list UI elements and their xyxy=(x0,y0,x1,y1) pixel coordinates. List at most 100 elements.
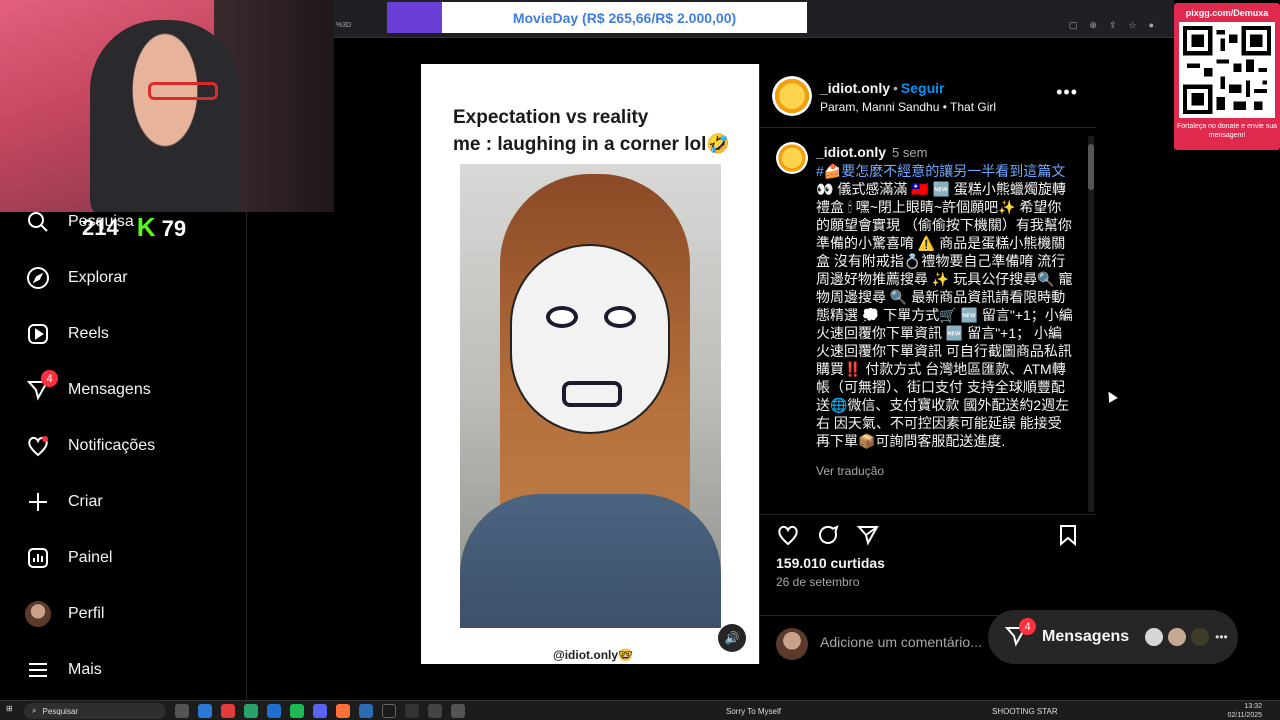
compass-icon xyxy=(24,264,52,292)
likes-count[interactable]: 159.010 curtidas xyxy=(776,555,885,571)
comment-avatar[interactable] xyxy=(776,142,808,174)
post-video[interactable] xyxy=(460,164,721,628)
drawn-mouth xyxy=(562,381,622,407)
discord-icon[interactable] xyxy=(313,704,327,718)
messenger-icon: 4 xyxy=(24,370,58,404)
profile-icon[interactable]: ● xyxy=(1149,20,1154,31)
donation-progress-fill xyxy=(387,2,442,33)
drawn-face xyxy=(510,244,670,434)
edge-icon[interactable] xyxy=(198,704,212,718)
spotify-icon[interactable] xyxy=(290,704,304,718)
sidebar-item-label: Mensagens xyxy=(68,381,151,398)
caption-comment: _idiot.only 5 sem #🍰要怎麼不經意的讓另一半看到這篇文 👀 儀式感… xyxy=(760,128,1090,504)
current-user-avatar xyxy=(776,628,808,660)
recent-contacts xyxy=(1143,626,1212,648)
taskbar-search[interactable]: ⌕ Pesquisar xyxy=(24,703,166,719)
app-icon[interactable] xyxy=(359,704,373,718)
media-caption: Expectation vs reality me : laughing in … xyxy=(453,104,743,158)
windows-start-icon[interactable]: ⊞ xyxy=(6,704,13,713)
comment-body: #🍰要怎麼不經意的讓另一半看到這篇文 👀 儀式感滿滿 🇹🇼 🆕 蛋糕小熊蠟燭旋轉禮… xyxy=(816,162,1074,450)
search-icon xyxy=(24,208,52,236)
sidebar-item-label: Painel xyxy=(68,549,113,566)
separator-dot: • xyxy=(893,80,898,96)
comments-scrollbar[interactable] xyxy=(1088,136,1094,512)
sidebar-item-messages[interactable]: 4 Mensagens xyxy=(24,370,151,410)
video-watermark: @idiot.only🤓 xyxy=(553,648,633,662)
screen: %3D ▢ ⊕ ⇪ ☆ ● MovieDay (R$ 265,66/R$ 2.0… xyxy=(0,0,1280,720)
sidebar-item-label: Mais xyxy=(68,661,102,678)
sidebar-item-more[interactable]: Mais xyxy=(24,650,102,690)
like-heart-icon[interactable] xyxy=(776,523,804,551)
share-paperplane-icon[interactable] xyxy=(856,523,884,551)
comment-bubble-icon[interactable] xyxy=(816,523,844,551)
messenger-icon: 4 xyxy=(1004,618,1036,650)
app-icon[interactable] xyxy=(451,704,465,718)
streamer-figure xyxy=(90,20,240,212)
firefox-icon[interactable] xyxy=(336,704,350,718)
sidebar-item-label: Notificações xyxy=(68,437,156,454)
obs-icon[interactable] xyxy=(382,704,396,718)
clock-time: 13:32 xyxy=(1244,703,1262,710)
comment-text: 👀 儀式感滿滿 🇹🇼 🆕 蛋糕小熊蠟燭旋轉禮盒 🕯 嘿~閉上眼睛~許個願吧✨ 希… xyxy=(816,181,1073,449)
kick-viewer-count: 79 xyxy=(161,216,187,241)
sidebar-item-reels[interactable]: Reels xyxy=(24,314,109,354)
reels-icon xyxy=(24,320,52,348)
see-translation-link[interactable]: Ver tradução xyxy=(816,464,1076,484)
app-icon[interactable] xyxy=(221,704,235,718)
taskbar-apps xyxy=(175,704,465,718)
system-clock[interactable]: 13:32 02/11/2025 xyxy=(1227,702,1262,720)
url-fragment[interactable]: %3D xyxy=(336,22,351,29)
twitch-viewer-count: 214 xyxy=(82,214,119,240)
instagram-sidebar: Pesquisa Explorar Reels 4 Mensagens Noti… xyxy=(0,190,247,700)
share-icon[interactable]: ⇪ xyxy=(1109,20,1117,31)
scrollbar-thumb[interactable] xyxy=(1088,144,1094,190)
comment-username[interactable]: _idiot.only xyxy=(816,144,886,160)
chart-icon xyxy=(24,544,52,572)
messages-badge: 4 xyxy=(1019,618,1036,635)
messages-floating-button[interactable]: 4 Mensagens ••• xyxy=(988,610,1238,664)
more-options-icon[interactable]: ••• xyxy=(1056,82,1078,103)
steam-icon[interactable] xyxy=(405,704,419,718)
sidebar-item-label: Criar xyxy=(68,493,103,510)
shirt-shape xyxy=(460,494,721,628)
avatar xyxy=(24,600,52,628)
drawn-eye xyxy=(604,306,636,328)
store-icon[interactable] xyxy=(267,704,281,718)
media-caption-line: Expectation vs reality xyxy=(453,107,649,128)
sidebar-item-notifications[interactable]: Notificações xyxy=(24,426,155,466)
task-view-icon[interactable] xyxy=(175,704,189,718)
plus-icon xyxy=(24,488,52,516)
app-icon[interactable] xyxy=(428,704,442,718)
post-media: Expectation vs reality me : laughing in … xyxy=(421,64,759,664)
qr-code xyxy=(1179,22,1275,118)
chrome-icon[interactable] xyxy=(244,704,258,718)
mouse-cursor xyxy=(1104,389,1118,403)
zoom-icon[interactable]: ⊕ xyxy=(1089,20,1097,31)
media-caption-line: me : laughing in a corner lol🤣 xyxy=(453,134,731,155)
star-icon[interactable]: ☆ xyxy=(1128,20,1136,31)
now-playing-track[interactable]: Sorry To Myself xyxy=(726,707,781,716)
post-header: _idiot.only • Seguir Param, Manni Sandhu •… xyxy=(760,64,1096,128)
hashtag-link[interactable]: #🍰要怎麼不經意的讓另一半看到這篇文 xyxy=(816,163,1065,179)
audio-track[interactable]: Param, Manni Sandhu • That Girl xyxy=(820,100,996,114)
browser-toolbar-icons: ▢ ⊕ ⇪ ☆ ● xyxy=(1069,20,1154,31)
sidebar-item-create[interactable]: Criar xyxy=(24,482,103,522)
extension-icon[interactable]: ▢ xyxy=(1069,20,1078,31)
sidebar-item-explore[interactable]: Explorar xyxy=(24,258,128,298)
qr-url: pixgg.com/Demuxa xyxy=(1185,8,1269,18)
comment-input[interactable]: Adicione um comentário... xyxy=(820,634,982,650)
save-bookmark-icon[interactable] xyxy=(1056,523,1084,551)
sidebar-item-label: Reels xyxy=(68,325,109,342)
author-username[interactable]: _idiot.only xyxy=(820,80,890,96)
author-avatar[interactable] xyxy=(772,76,812,116)
comment-meta: _idiot.only 5 sem xyxy=(816,144,927,160)
author-line: _idiot.only • Seguir xyxy=(820,80,944,96)
sidebar-item-profile[interactable]: Perfil xyxy=(24,594,104,634)
speaker-icon[interactable]: 🔊 xyxy=(718,624,746,652)
contact-avatar xyxy=(1143,626,1166,648)
sidebar-item-dashboard[interactable]: Painel xyxy=(24,538,112,578)
follow-button[interactable]: Seguir xyxy=(901,80,945,96)
now-playing-track-2[interactable]: SHOOTING STAR xyxy=(992,707,1058,716)
viewer-stats: 214 K 79 xyxy=(82,212,186,243)
sidebar-item-label: Explorar xyxy=(68,269,128,286)
